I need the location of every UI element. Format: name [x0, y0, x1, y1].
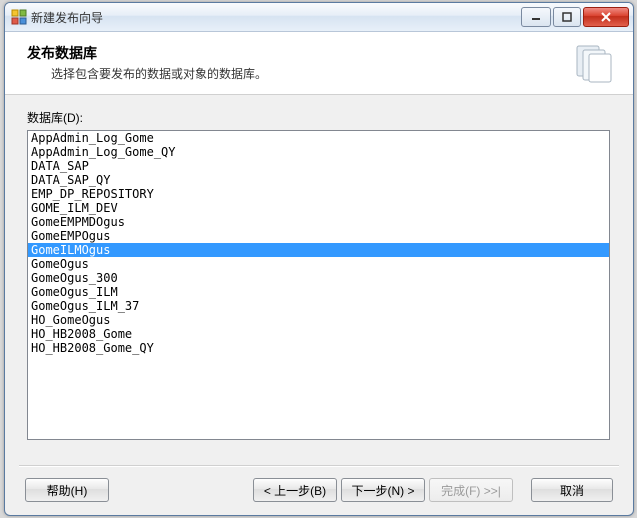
- list-item[interactable]: GomeOgus_300: [28, 271, 609, 285]
- close-button[interactable]: [583, 7, 629, 27]
- header-subtitle: 选择包含要发布的数据或对象的数据库。: [51, 65, 267, 82]
- help-button[interactable]: 帮助(H): [25, 478, 109, 502]
- header-text: 发布数据库 选择包含要发布的数据或对象的数据库。: [27, 43, 267, 82]
- list-item[interactable]: DATA_SAP_QY: [28, 173, 609, 187]
- finish-button: 完成(F) >>|: [429, 478, 513, 502]
- list-item[interactable]: AppAdmin_Log_Gome: [28, 131, 609, 145]
- list-item[interactable]: GomeILMOgus: [28, 243, 609, 257]
- back-button[interactable]: < 上一步(B): [253, 478, 337, 502]
- list-item[interactable]: GomeEMPMDOgus: [28, 215, 609, 229]
- cancel-button[interactable]: 取消: [531, 478, 613, 502]
- wizard-icon: [11, 9, 27, 25]
- list-item[interactable]: HO_HB2008_Gome_QY: [28, 341, 609, 355]
- list-item[interactable]: DATA_SAP: [28, 159, 609, 173]
- list-item[interactable]: GomeOgus: [28, 257, 609, 271]
- window-controls: [519, 7, 629, 27]
- list-item[interactable]: GomeEMPOgus: [28, 229, 609, 243]
- list-item[interactable]: GomeOgus_ILM: [28, 285, 609, 299]
- database-stack-icon: [571, 40, 615, 84]
- wizard-header: 发布数据库 选择包含要发布的数据或对象的数据库。: [5, 32, 633, 95]
- list-item[interactable]: GomeOgus_ILM_37: [28, 299, 609, 313]
- list-item[interactable]: GOME_ILM_DEV: [28, 201, 609, 215]
- window-title: 新建发布向导: [31, 9, 519, 26]
- wizard-window: 新建发布向导 发布数据库 选择包含要发布的数据或对象的数据库。: [4, 2, 634, 516]
- nav-button-group: < 上一步(B) 下一步(N) > 完成(F) >>|: [253, 478, 513, 502]
- wizard-body: 数据库(D): AppAdmin_Log_GomeAppAdmin_Log_Go…: [5, 95, 633, 440]
- list-item[interactable]: HO_HB2008_Gome: [28, 327, 609, 341]
- wizard-footer: 帮助(H) < 上一步(B) 下一步(N) > 完成(F) >>| 取消: [5, 475, 633, 505]
- list-item[interactable]: AppAdmin_Log_Gome_QY: [28, 145, 609, 159]
- header-title: 发布数据库: [27, 43, 267, 63]
- list-item[interactable]: HO_GomeOgus: [28, 313, 609, 327]
- titlebar[interactable]: 新建发布向导: [5, 3, 633, 32]
- database-label: 数据库(D):: [27, 109, 611, 126]
- database-listbox[interactable]: AppAdmin_Log_GomeAppAdmin_Log_Gome_QYDAT…: [27, 130, 610, 440]
- minimize-button[interactable]: [521, 7, 551, 27]
- next-button[interactable]: 下一步(N) >: [341, 478, 425, 502]
- maximize-button[interactable]: [553, 7, 581, 27]
- list-item[interactable]: EMP_DP_REPOSITORY: [28, 187, 609, 201]
- footer-separator: [19, 465, 619, 467]
